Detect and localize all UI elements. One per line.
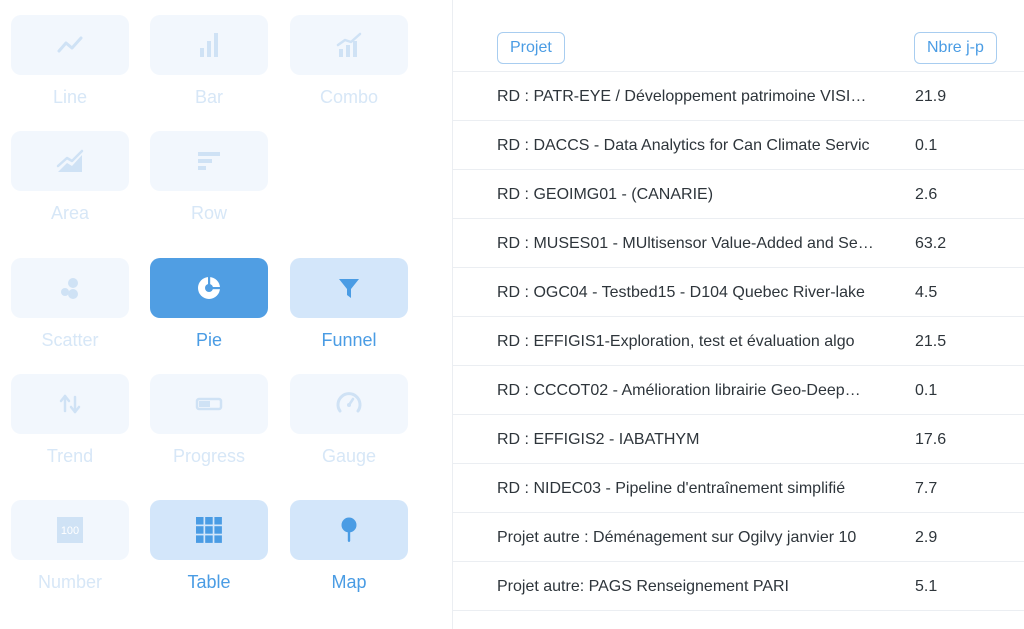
cell-projet: RD : MUSES01 - MUltisensor Value-Added a…	[497, 235, 874, 252]
table-preview: Projet Nbre j-p RD : PATR-EYE / Développ…	[452, 0, 1024, 629]
cell-projet: RD : OGC04 - Testbed15 - D104 Quebec Riv…	[497, 284, 865, 301]
line-chart-icon	[57, 36, 83, 53]
viz-label: Area	[50, 203, 90, 223]
funnel-icon	[339, 279, 359, 298]
viz-option-line[interactable]: Line	[11, 15, 129, 111]
cell-projet: RD : EFFIGIS2 - IABATHYM	[497, 431, 700, 448]
map-pin-icon	[341, 517, 357, 542]
viz-option-table[interactable]: Table	[150, 500, 268, 596]
cell-nbre-j-p: 0.1	[915, 137, 938, 154]
cell-nbre-j-p: 21.9	[915, 88, 947, 105]
cell-nbre-j-p: 2.6	[915, 186, 938, 203]
cell-nbre-j-p: 4.5	[915, 284, 938, 301]
viz-label: Map	[331, 572, 367, 592]
viz-option-row[interactable]: Row	[150, 131, 268, 227]
table-row: RD : OGC04 - Testbed15 - D104 Quebec Riv…	[453, 268, 1024, 317]
row-chart-icon	[198, 152, 220, 170]
viz-option-bar[interactable]: Bar	[150, 15, 268, 111]
table-row: RD : EFFIGIS2 - IABATHYM 17.6	[453, 415, 1024, 464]
viz-label: Trend	[46, 446, 94, 466]
cell-nbre-j-p: 21.5	[915, 333, 947, 350]
area-chart-icon	[56, 149, 84, 172]
viz-option-map[interactable]: Map	[290, 500, 408, 596]
pie-icon	[198, 276, 221, 299]
gauge-icon	[336, 392, 362, 413]
cell-projet: RD : NIDEC03 - Pipeline d'entraînement s…	[497, 480, 846, 497]
viz-label: Combo	[319, 87, 379, 107]
table-row: RD : NIDEC03 - Pipeline d'entraînement s…	[453, 464, 1024, 513]
viz-option-trend[interactable]: Trend	[11, 374, 129, 470]
viz-label: Funnel	[321, 330, 377, 350]
trend-icon	[59, 394, 81, 414]
cell-nbre-j-p: 7.7	[915, 480, 938, 497]
cell-nbre-j-p: 17.6	[915, 431, 947, 448]
table-row: Projet autre : Déménagement sur Ogilvy j…	[453, 513, 1024, 562]
viz-label: Gauge	[321, 446, 377, 466]
visualization-settings: Line Bar Combo Area Row Scatter Pie Funn…	[0, 0, 1024, 629]
cell-nbre-j-p: 2.9	[915, 529, 938, 546]
svg-text:100: 100	[61, 525, 79, 537]
viz-label: Progress	[172, 446, 246, 466]
viz-label: Number	[37, 572, 103, 592]
column-header-projet[interactable]: Projet	[497, 32, 565, 64]
viz-option-gauge[interactable]: Gauge	[290, 374, 408, 470]
bar-chart-icon	[200, 33, 218, 57]
viz-option-area[interactable]: Area	[11, 131, 129, 227]
viz-label: Table	[187, 572, 231, 592]
table-icon	[196, 517, 222, 543]
cell-projet: RD : GEOIMG01 - (CANARIE)	[497, 186, 714, 203]
viz-option-combo[interactable]: Combo	[290, 15, 408, 111]
column-header-nbre-j-p[interactable]: Nbre j-p	[914, 32, 997, 64]
cell-projet: Projet autre : Déménagement sur Ogilvy j…	[497, 529, 857, 546]
table-row: RD : DACCS - Data Analytics for Can Clim…	[453, 121, 1024, 170]
table-row: Projet autre: PAGS Renseignement PARI 5.…	[453, 562, 1024, 611]
scatter-icon	[61, 278, 78, 299]
table-row: RD : MUSES01 - MUltisensor Value-Added a…	[453, 219, 1024, 268]
cell-projet: RD : EFFIGIS1-Exploration, test et évalu…	[497, 333, 855, 350]
cell-nbre-j-p: 63.2	[915, 235, 947, 252]
viz-label: Bar	[194, 87, 223, 107]
table-row: RD : CCCOT02 - Amélioration librairie Ge…	[453, 366, 1024, 415]
viz-label: Scatter	[41, 330, 99, 350]
combo-chart-icon	[336, 32, 362, 57]
cell-projet: RD : PATR-EYE / Développement patrimoine…	[497, 88, 867, 105]
cell-projet: Projet autre: PAGS Renseignement PARI	[497, 578, 789, 595]
table-row: RD : EFFIGIS1-Exploration, test et évalu…	[453, 317, 1024, 366]
number-icon: 100	[57, 517, 83, 543]
viz-option-pie[interactable]: Pie	[150, 258, 268, 354]
cell-projet: RD : CCCOT02 - Amélioration librairie Ge…	[497, 382, 861, 399]
viz-option-scatter[interactable]: Scatter	[11, 258, 129, 354]
cell-projet: RD : DACCS - Data Analytics for Can Clim…	[497, 137, 870, 154]
cell-nbre-j-p: 0.1	[915, 382, 938, 399]
viz-option-number[interactable]: 100 Number	[11, 500, 129, 596]
viz-label: Line	[52, 87, 88, 107]
viz-label: Row	[190, 203, 227, 223]
viz-label: Pie	[195, 330, 222, 350]
viz-option-progress[interactable]: Progress	[150, 374, 268, 470]
table-header: Projet Nbre j-p	[453, 0, 1024, 72]
table-row: RD : PATR-EYE / Développement patrimoine…	[453, 72, 1024, 121]
viz-option-funnel[interactable]: Funnel	[290, 258, 408, 354]
progress-icon	[195, 397, 223, 411]
table-row: RD : GEOIMG01 - (CANARIE) 2.6	[453, 170, 1024, 219]
chart-type-picker: Line Bar Combo Area Row Scatter Pie Funn…	[0, 0, 452, 629]
cell-nbre-j-p: 5.1	[915, 578, 938, 595]
table-body: RD : PATR-EYE / Développement patrimoine…	[453, 72, 1024, 611]
